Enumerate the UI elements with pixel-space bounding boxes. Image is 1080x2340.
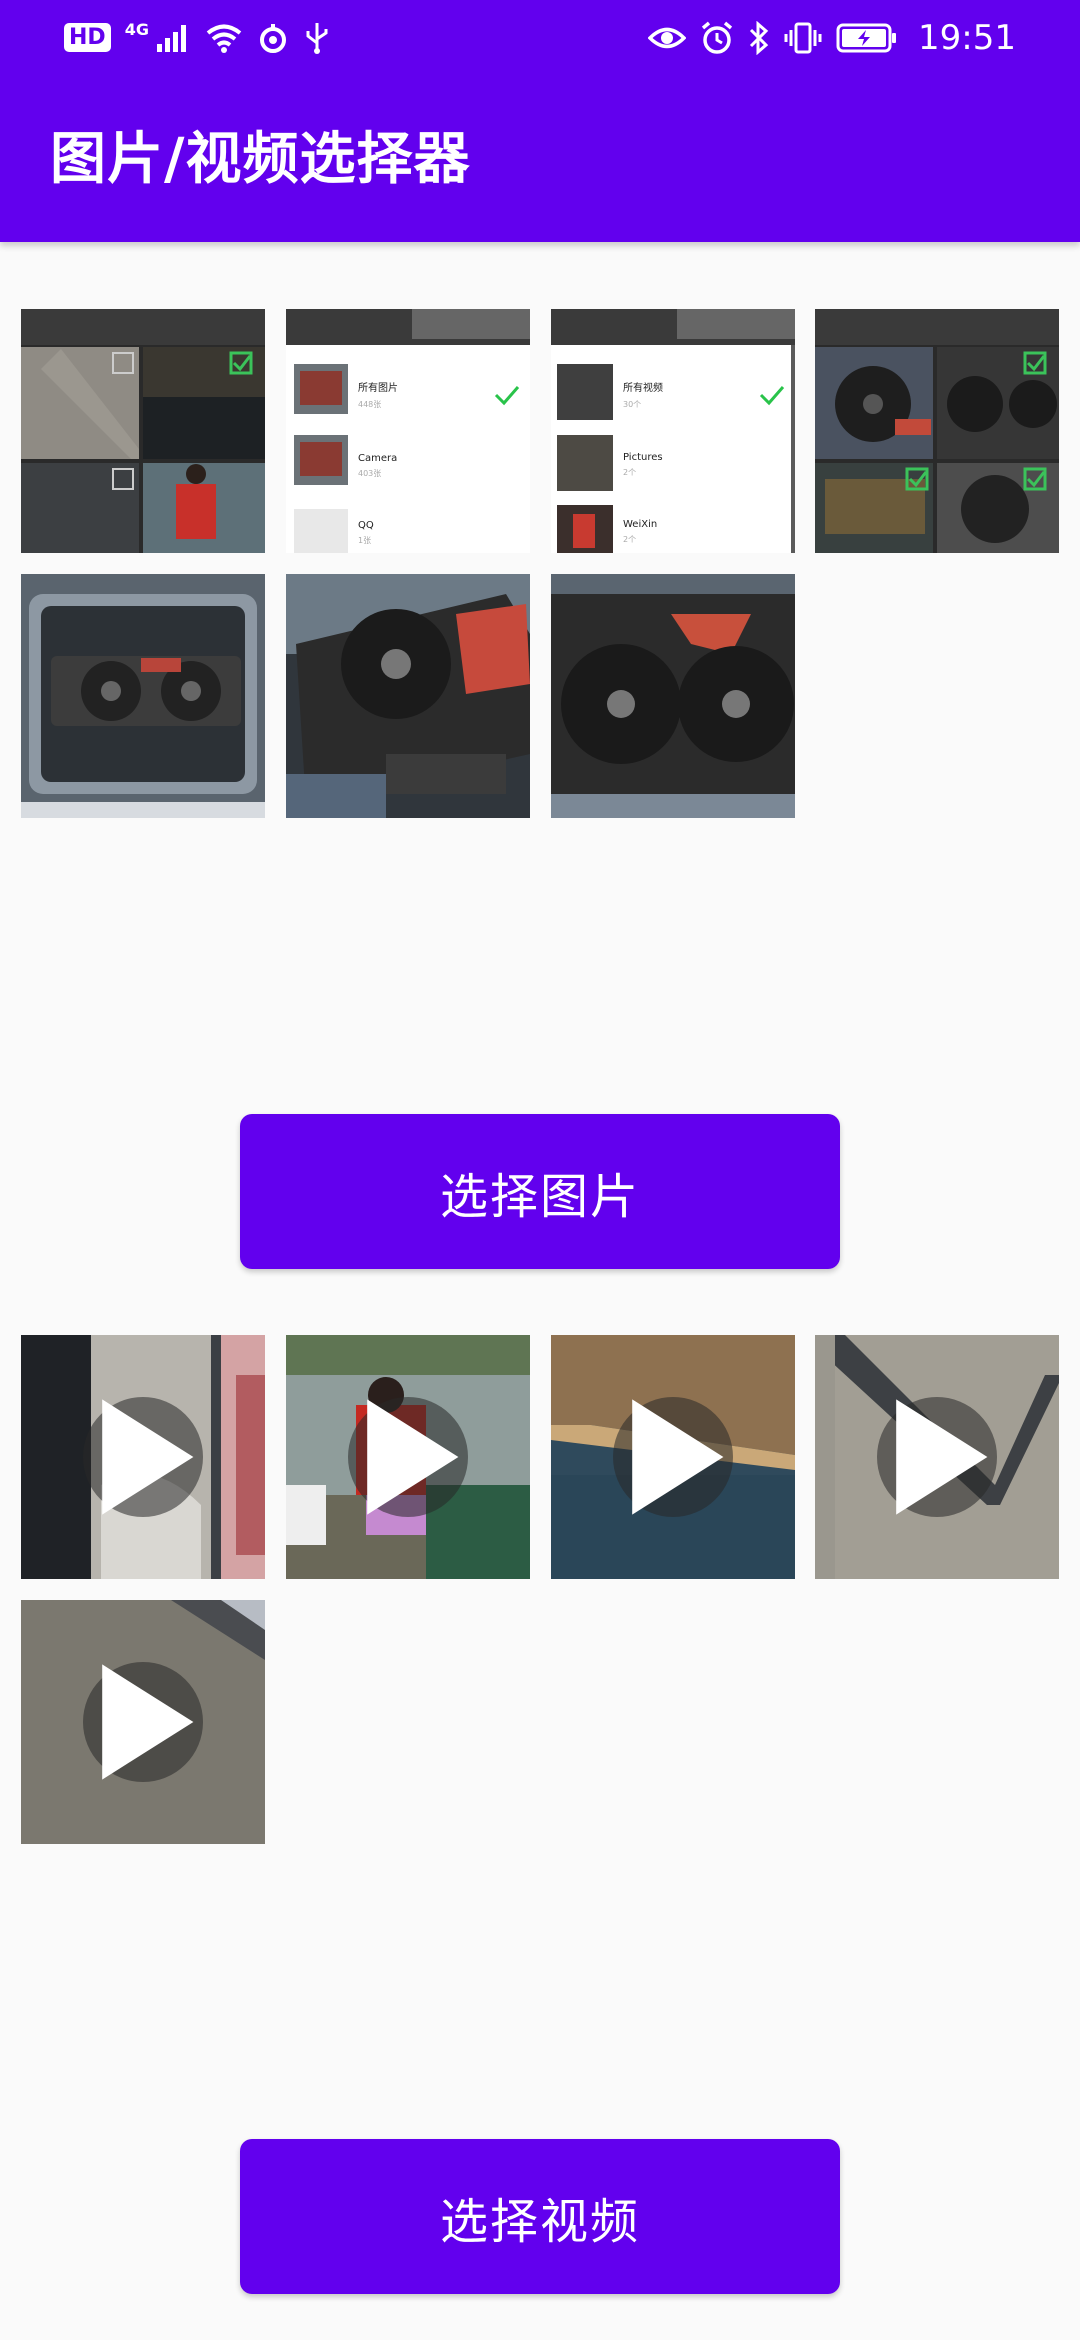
usb-icon <box>303 21 331 55</box>
gpu-grid-preview <box>815 309 1059 553</box>
play-icon <box>896 1399 988 1515</box>
video-album-preview: 所有视频 30个 Pictures 2个 WeiXin 2个 <box>551 309 795 553</box>
album-count: 1张 <box>358 536 371 545</box>
image-thumbnail[interactable] <box>815 309 1059 553</box>
screenshot-preview <box>21 309 265 553</box>
play-icon <box>102 1664 194 1780</box>
bluetooth-icon <box>748 20 770 55</box>
album-name: 所有视频 <box>623 381 663 394</box>
status-left: HD 4G <box>64 20 331 55</box>
signal-icon <box>155 22 191 54</box>
video-thumbnail[interactable] <box>286 1335 530 1579</box>
status-right: 19:51 <box>648 18 1016 58</box>
play-overlay[interactable] <box>877 1397 997 1517</box>
play-overlay[interactable] <box>613 1397 733 1517</box>
wifi-icon <box>205 22 243 54</box>
image-thumbnail[interactable]: 所有视频 30个 Pictures 2个 WeiXin 2个 <box>551 309 795 553</box>
album-count: 403张 <box>358 469 381 478</box>
album-name: Camera <box>358 453 397 464</box>
select-video-button[interactable]: 选择视频 <box>240 2139 840 2294</box>
boxed-gpu-photo <box>21 574 265 818</box>
album-count: 30个 <box>623 400 641 409</box>
play-overlay[interactable] <box>348 1397 468 1517</box>
play-icon <box>367 1399 459 1515</box>
top-bar: HD 4G 19:51 图片/视频选择器 <box>0 0 1080 242</box>
play-overlay[interactable] <box>83 1662 203 1782</box>
image-thumbnail[interactable]: 所有图片 448张 Camera 403张 QQ 1张 <box>286 309 530 553</box>
select-image-button[interactable]: 选择图片 <box>240 1114 840 1269</box>
hotspot-icon <box>257 22 289 54</box>
album-count: 448张 <box>358 400 381 409</box>
image-thumbnail[interactable] <box>551 574 795 818</box>
album-name: WeiXin <box>623 519 657 530</box>
video-thumbnail[interactable] <box>551 1335 795 1579</box>
clock: 19:51 <box>918 17 1016 58</box>
video-thumbnail[interactable] <box>815 1335 1059 1579</box>
hd-badge: HD <box>64 23 111 52</box>
image-thumbnail[interactable] <box>21 574 265 818</box>
album-name: QQ <box>358 520 374 531</box>
gpu-front-photo <box>551 574 795 818</box>
play-overlay[interactable] <box>83 1397 203 1517</box>
alarm-icon <box>700 21 734 55</box>
status-bar: HD 4G 19:51 <box>0 0 1080 75</box>
battery-icon <box>836 22 898 54</box>
gpu-angled-photo <box>286 574 530 818</box>
play-icon <box>102 1399 194 1515</box>
album-count: 2个 <box>623 468 636 477</box>
eye-icon <box>648 23 687 53</box>
network-type-label: 4G <box>124 20 149 39</box>
album-list-preview: 所有图片 448张 Camera 403张 QQ 1张 <box>286 309 530 553</box>
image-thumbnail[interactable] <box>21 309 265 553</box>
image-thumbnail[interactable] <box>286 574 530 818</box>
video-thumbnail[interactable] <box>21 1600 265 1844</box>
page-title: 图片/视频选择器 <box>50 127 471 192</box>
play-icon <box>632 1399 724 1515</box>
album-name: 所有图片 <box>358 381 398 394</box>
album-name: Pictures <box>623 452 663 463</box>
vibrate-icon <box>784 21 822 55</box>
album-count: 2个 <box>623 535 636 544</box>
video-thumbnail[interactable] <box>21 1335 265 1579</box>
